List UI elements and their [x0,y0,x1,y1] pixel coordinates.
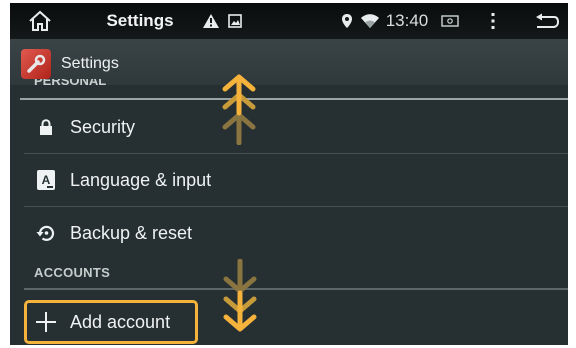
settings-item-language-input[interactable]: A Language & input [10,154,568,206]
settings-item-label: Language & input [70,169,212,190]
back-icon[interactable] [530,3,564,39]
restore-icon [35,222,57,244]
wifi-icon [358,3,382,39]
screenshot-icon[interactable] [438,3,462,39]
settings-item-label: Security [70,116,136,137]
home-icon[interactable] [20,3,60,39]
status-bar: Settings 13:40 [10,3,568,39]
location-icon [339,3,355,39]
lock-icon [35,116,57,138]
add-account-highlight [24,300,198,344]
section-divider [24,288,568,290]
status-time: 13:40 [385,11,429,30]
warning-icon [200,3,222,39]
settings-item-security[interactable]: Security [10,101,568,153]
svg-text:A: A [42,173,51,187]
section-header-personal: PERSONAL [34,79,154,87]
settings-item-backup-reset[interactable]: Backup & reset [10,207,568,259]
settings-wrench-icon[interactable] [21,49,51,79]
android-frame: Settings 13:40 Settings PERSONAL Securit… [10,3,568,345]
status-title: Settings [106,11,174,30]
scroll-up-arrow-icon [222,74,256,145]
section-divider [20,98,568,100]
section-header-personal-label: PERSONAL [34,79,107,87]
screen: Settings 13:40 Settings PERSONAL Securit… [0,0,576,348]
scroll-down-arrow-icon [223,259,257,332]
image-icon [225,3,245,39]
settings-item-label: Backup & reset [70,222,193,243]
menu-icon[interactable] [483,3,503,39]
section-header-accounts: ACCOUNTS [34,265,111,280]
action-bar-title: Settings [61,55,119,72]
keyboard-a-icon: A [35,169,57,191]
